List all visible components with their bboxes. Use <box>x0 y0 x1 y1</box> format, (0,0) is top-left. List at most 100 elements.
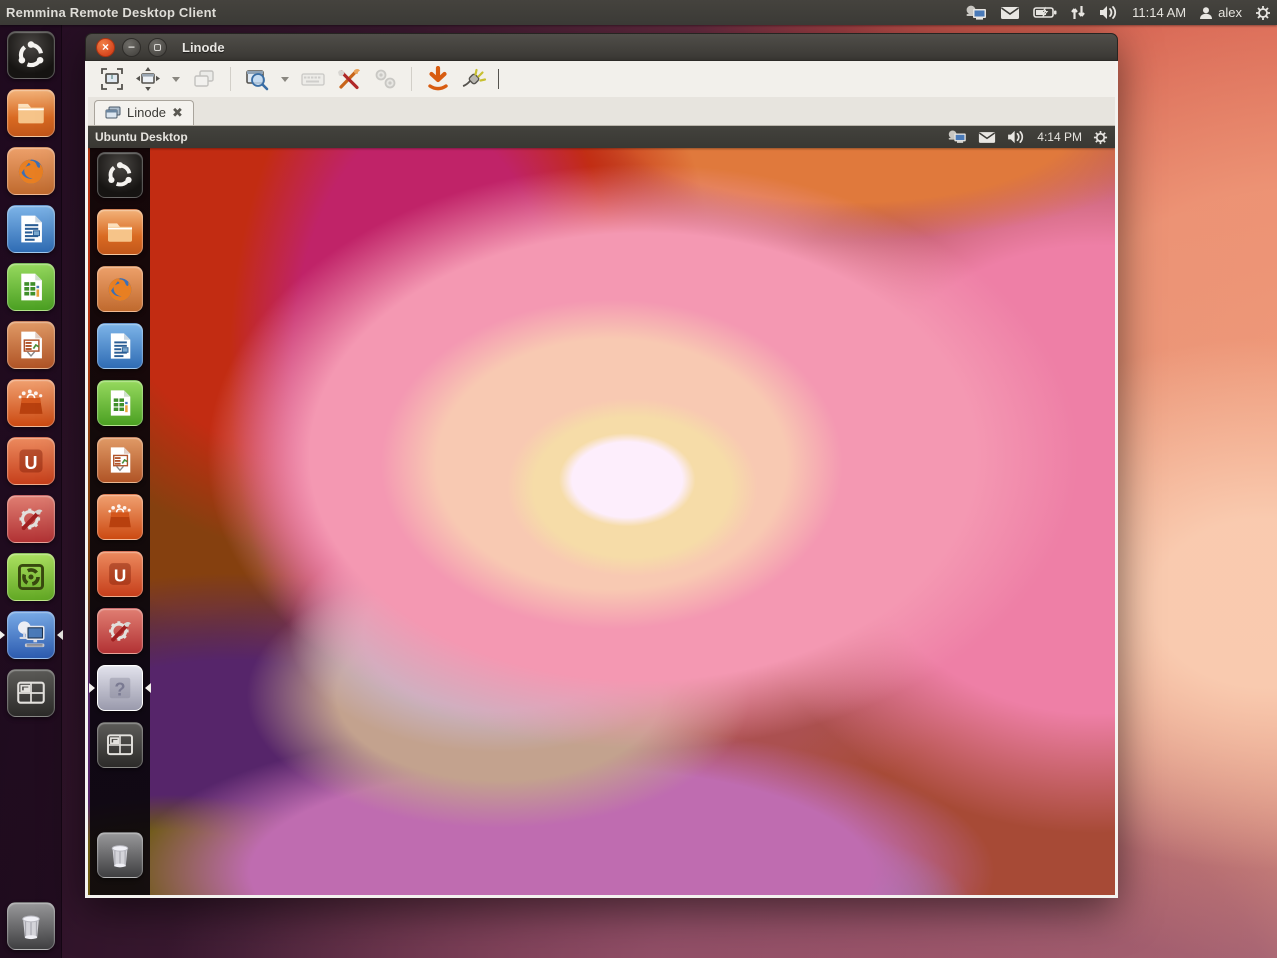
launcher-item-software-center[interactable] <box>7 379 55 427</box>
session-gear-icon[interactable] <box>1255 5 1271 21</box>
remote-desktop-indicator-icon[interactable] <box>947 130 967 144</box>
network-indicator-icon[interactable] <box>1070 5 1086 20</box>
user-name-label: alex <box>1218 5 1242 20</box>
remote-launcher-item-ubuntu-one[interactable]: U <box>97 551 143 597</box>
launcher-item-ubuntu-dash[interactable] <box>7 31 55 79</box>
system-settings-icon <box>97 608 143 654</box>
toolbar-button-disconnect[interactable] <box>458 64 490 94</box>
launcher-item-software-updater[interactable] <box>7 553 55 601</box>
toolbar-button-zoom-window[interactable] <box>241 64 273 94</box>
trash-icon <box>7 902 55 950</box>
workspace-switcher-icon <box>7 669 55 717</box>
tab-label: Linode <box>127 105 166 120</box>
remote-launcher-item-ubuntu-dash[interactable] <box>97 152 143 198</box>
toolbar-button-tools[interactable] <box>333 64 365 94</box>
toolbar-button-fullscreen[interactable] <box>96 64 128 94</box>
toolbar-separator <box>411 67 412 91</box>
software-center-icon <box>7 379 55 427</box>
battery-indicator-icon[interactable] <box>1033 6 1057 19</box>
running-indicator <box>89 683 95 693</box>
remote-system-tray: 4:14 PM <box>947 130 1108 145</box>
running-indicator <box>0 630 5 640</box>
toolbar-button-duplicate <box>188 64 220 94</box>
toolbar-caret-scale[interactable] <box>172 77 180 82</box>
launcher-item-remmina[interactable] <box>7 611 55 659</box>
user-icon <box>1199 6 1213 20</box>
remote-launcher-item-libreoffice-calc[interactable] <box>97 380 143 426</box>
remote-top-panel: Ubuntu Desktop <box>88 126 1115 148</box>
trash-icon <box>97 832 143 878</box>
toolbar-cursor <box>498 69 499 89</box>
libreoffice-writer-icon <box>7 205 55 253</box>
remote-launcher-item-software-center[interactable] <box>97 494 143 540</box>
window-title: Linode <box>182 40 225 55</box>
libreoffice-calc-icon <box>97 380 143 426</box>
remmina-window: × − Linode Linode ✖ <box>85 33 1118 898</box>
remote-launcher-item-firefox[interactable] <box>97 266 143 312</box>
toolbar-button-grab-input[interactable] <box>422 64 454 94</box>
launcher-item-ubuntu-one[interactable]: U <box>7 437 55 485</box>
user-menu[interactable]: alex <box>1199 5 1242 20</box>
svg-text:U: U <box>114 565 126 585</box>
remote-panel-title: Ubuntu Desktop <box>95 130 188 144</box>
remote-clock-label: 4:14 PM <box>1037 130 1082 144</box>
remote-desktop-view[interactable]: Ubuntu Desktop <box>88 126 1115 895</box>
screen: Remmina Remote Desktop Client 11:14 AM <box>0 0 1277 958</box>
system-tray: 11:14 AM alex <box>965 5 1271 21</box>
remote-clock-indicator[interactable]: 4:14 PM <box>1037 130 1082 144</box>
volume-indicator-icon[interactable] <box>1099 5 1119 20</box>
mail-indicator-icon[interactable] <box>1000 6 1020 20</box>
remote-desktop-indicator-icon[interactable] <box>965 5 987 21</box>
libreoffice-writer-icon <box>97 323 143 369</box>
close-button[interactable]: × <box>96 38 115 57</box>
launcher-item-firefox[interactable] <box>7 147 55 195</box>
launcher-item-system-settings[interactable] <box>7 495 55 543</box>
remote-unity-launcher: U? <box>90 148 150 895</box>
remote-launcher-item-libreoffice-writer[interactable] <box>97 323 143 369</box>
toolbar-button-keyboard <box>297 64 329 94</box>
libreoffice-calc-icon <box>7 263 55 311</box>
minimize-button[interactable]: − <box>122 38 141 57</box>
svg-text:?: ? <box>114 678 125 699</box>
ubuntu-dash-icon <box>97 152 143 198</box>
remmina-icon <box>7 611 55 659</box>
unknown-app-icon: ? <box>97 665 143 711</box>
remote-launcher-item-unknown-app[interactable]: ? <box>97 665 143 711</box>
firefox-icon <box>97 266 143 312</box>
launcher-item-libreoffice-writer[interactable] <box>7 205 55 253</box>
tab-close-icon[interactable]: ✖ <box>172 106 183 119</box>
maximize-button[interactable] <box>148 38 167 57</box>
top-panel: Remmina Remote Desktop Client 11:14 AM <box>0 0 1277 25</box>
remote-launcher-item-files[interactable] <box>97 209 143 255</box>
remote-launcher-item-trash[interactable] <box>97 832 143 878</box>
remote-launcher-item-libreoffice-impress[interactable] <box>97 437 143 483</box>
files-icon <box>7 89 55 137</box>
tab-linode[interactable]: Linode ✖ <box>94 100 194 125</box>
tab-bar: Linode ✖ <box>88 97 1115 126</box>
libreoffice-impress-icon <box>97 437 143 483</box>
launcher-item-workspace-switcher[interactable] <box>7 669 55 717</box>
libreoffice-impress-icon <box>7 321 55 369</box>
files-icon <box>97 209 143 255</box>
tab-window-icon <box>105 106 121 119</box>
launcher-item-files[interactable] <box>7 89 55 137</box>
launcher-item-libreoffice-calc[interactable] <box>7 263 55 311</box>
toolbar-button-scale[interactable] <box>132 64 164 94</box>
clock-indicator[interactable]: 11:14 AM <box>1132 5 1186 20</box>
software-center-icon <box>97 494 143 540</box>
ubuntu-dash-icon <box>7 31 55 79</box>
launcher-item-trash[interactable] <box>7 902 55 950</box>
remote-launcher-item-workspace-switcher[interactable] <box>97 722 143 768</box>
ubuntu-one-icon: U <box>7 437 55 485</box>
toolbar-caret-zoom-window[interactable] <box>281 77 289 82</box>
unity-launcher: U <box>0 25 62 958</box>
volume-indicator-icon[interactable] <box>1007 130 1026 144</box>
launcher-item-libreoffice-impress[interactable] <box>7 321 55 369</box>
active-window-title: Remmina Remote Desktop Client <box>6 5 216 20</box>
window-titlebar[interactable]: × − Linode <box>85 33 1118 61</box>
workspace-switcher-icon <box>97 722 143 768</box>
software-updater-icon <box>7 553 55 601</box>
remote-launcher-item-system-settings[interactable] <box>97 608 143 654</box>
mail-indicator-icon[interactable] <box>978 131 996 144</box>
remote-session-gear-icon[interactable] <box>1093 130 1108 145</box>
